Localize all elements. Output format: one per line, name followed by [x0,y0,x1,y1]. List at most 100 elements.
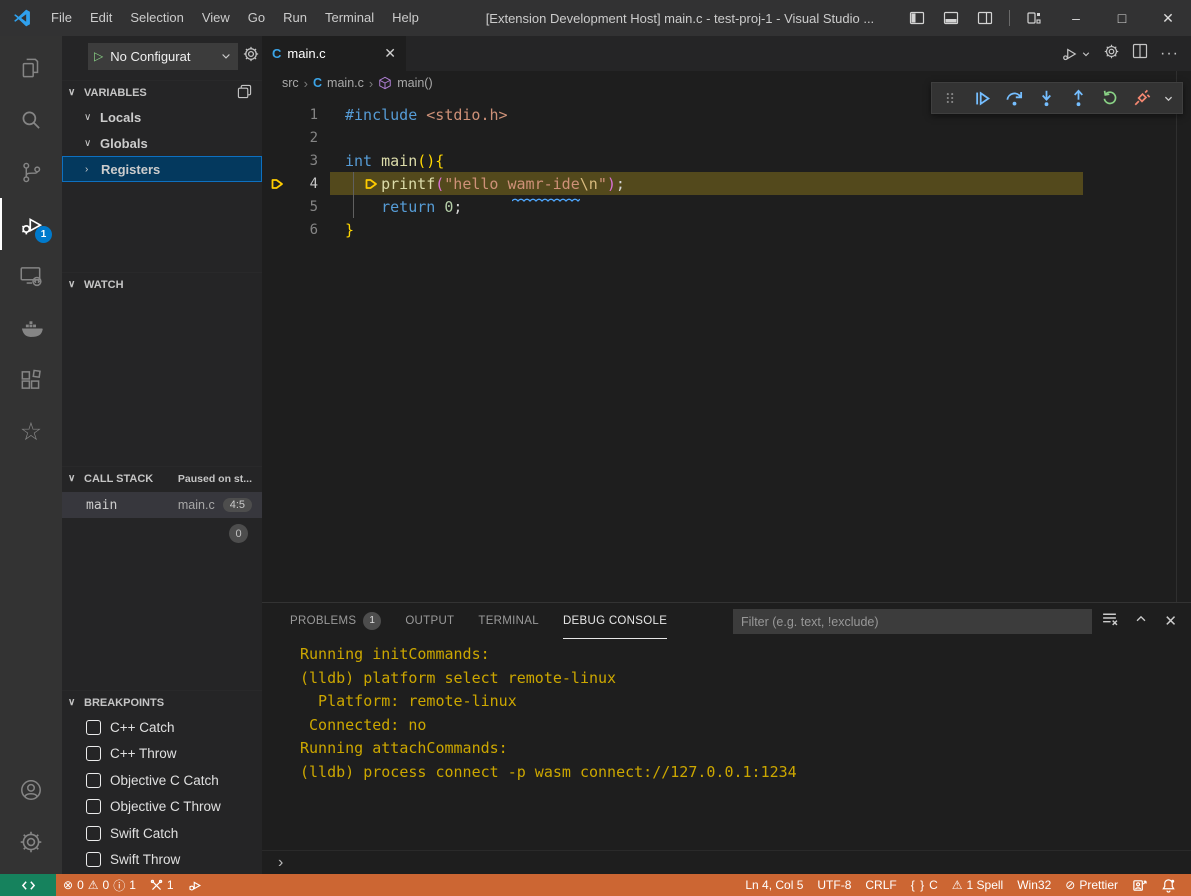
step-out-button[interactable] [1064,84,1092,112]
notifications-button[interactable] [1154,874,1183,896]
variables-section-header[interactable]: ∨ VARIABLES [62,80,262,104]
toggle-secondary-sidebar-icon[interactable] [970,4,1000,32]
feedback-button[interactable] [1125,874,1154,896]
debug-configuration-dropdown[interactable]: ▷ No Configurat [88,43,238,70]
tools-status[interactable]: 1 [143,874,181,896]
close-button[interactable]: ✕ [1145,0,1191,36]
glyph-margin[interactable] [262,149,292,172]
code-line-6[interactable]: 6} [262,218,1191,241]
breadcrumb-file[interactable]: main.c [327,76,364,90]
code-line-content[interactable]: return 0; [345,198,462,216]
line-number[interactable]: 6 [292,222,318,238]
line-number[interactable]: 4 [292,176,318,192]
menu-run[interactable]: Run [274,0,316,36]
breadcrumb-symbol[interactable]: main() [397,76,432,90]
code-line-content[interactable]: printf("hello wamr-ide\n"); [345,175,625,193]
code-line-2[interactable]: 2 [262,126,1191,149]
split-editor-button[interactable] [1132,43,1148,64]
disconnect-button[interactable] [1128,84,1156,112]
menu-terminal[interactable]: Terminal [316,0,383,36]
step-over-button[interactable] [1000,84,1028,112]
run-or-debug-button[interactable] [1061,45,1091,63]
overview-ruler[interactable] [1176,71,1177,602]
breakpoint-row[interactable]: C++ Throw [62,741,262,767]
glyph-margin[interactable] [262,218,292,241]
line-number[interactable]: 2 [292,130,318,146]
panel-tab-terminal[interactable]: TERMINAL [478,603,539,639]
maximize-panel-button[interactable] [1134,612,1148,631]
sidebar-item-remote-explorer[interactable] [0,250,62,302]
sidebar-item-star[interactable]: ☆ [0,406,62,458]
line-number[interactable]: 3 [292,153,318,169]
continue-button[interactable] [968,84,996,112]
toolbar-drag-handle[interactable] [936,84,964,112]
eol-indicator[interactable]: CRLF [858,874,903,896]
sidebar-item-run-and-debug[interactable]: 1 [0,198,62,250]
code-line-content[interactable]: } [345,221,354,239]
call-stack-frame[interactable]: main main.c 4:5 [62,492,262,518]
menu-go[interactable]: Go [239,0,274,36]
code-line-content[interactable]: #include <stdio.h> [345,106,508,124]
breakpoint-checkbox[interactable] [86,746,101,761]
cursor-position[interactable]: Ln 4, Col 5 [738,874,810,896]
settings-gear-button[interactable] [1103,43,1120,65]
breakpoint-checkbox[interactable] [86,826,101,841]
breakpoint-row[interactable]: Swift Throw [62,847,262,873]
start-debug-icon[interactable]: ▷ [94,49,103,63]
menu-selection[interactable]: Selection [121,0,192,36]
breakpoint-checkbox[interactable] [86,852,101,867]
encoding-indicator[interactable]: UTF-8 [810,874,858,896]
menu-help[interactable]: Help [383,0,428,36]
formatter-status[interactable]: ⊘ Prettier [1058,874,1125,896]
collapse-all-icon[interactable] [237,84,252,102]
sidebar-item-search[interactable] [0,94,62,146]
watch-section-header[interactable]: ∨ WATCH [62,272,262,296]
toggle-panel-icon[interactable] [936,4,966,32]
minimize-button[interactable]: – [1053,0,1099,36]
panel-tab-debug-console[interactable]: DEBUG CONSOLE [563,603,667,639]
variables-item-registers[interactable]: ›Registers [62,156,262,182]
variables-item-locals[interactable]: ∨Locals [62,104,262,130]
spell-checker-status[interactable]: ⚠ 1 Spell [945,874,1010,896]
restart-button[interactable] [1096,84,1124,112]
sidebar-item-explorer[interactable] [0,42,62,94]
sidebar-item-extensions[interactable] [0,354,62,406]
problems-status[interactable]: ⊗0 ⚠0 ⓘ1 [56,874,143,896]
debug-status[interactable] [181,874,210,896]
more-actions-button[interactable]: ··· [1160,45,1179,63]
step-into-button[interactable] [1032,84,1060,112]
glyph-margin[interactable] [262,126,292,149]
breadcrumb-src[interactable]: src [282,76,299,90]
open-launch-config-button[interactable] [242,45,260,66]
console-filter-input[interactable] [733,609,1092,634]
glyph-margin[interactable] [262,103,292,126]
manage-button[interactable] [0,816,62,868]
code-line-5[interactable]: 5 return 0; [262,195,1191,218]
glyph-margin[interactable] [262,195,292,218]
language-mode[interactable]: { } C [904,874,945,896]
panel-tab-problems[interactable]: PROBLEMS1 [290,603,381,639]
close-tab-icon[interactable]: ✕ [384,45,396,62]
breakpoint-row[interactable]: Swift Catch [62,820,262,846]
breakpoint-checkbox[interactable] [86,799,101,814]
menu-file[interactable]: File [42,0,81,36]
line-number[interactable]: 5 [292,199,318,215]
code-line-4[interactable]: 4 printf("hello wamr-ide\n"); [262,172,1191,195]
remote-indicator[interactable] [0,874,56,896]
accounts-button[interactable] [0,764,62,816]
debug-console-input[interactable]: › [262,850,1191,874]
breakpoint-row[interactable]: Objective C Throw [62,794,262,820]
tab-main-c[interactable]: C main.c ✕ [262,36,406,71]
debug-toolbar-more[interactable] [1160,84,1176,112]
clear-console-button[interactable] [1101,610,1118,632]
panel-tab-output[interactable]: OUTPUT [405,603,454,639]
code-editor[interactable]: 1#include <stdio.h>23int main(){4 printf… [262,95,1191,241]
variables-item-globals[interactable]: ∨Globals [62,130,262,156]
call-stack-section-header[interactable]: ∨ CALL STACK Paused on st... [62,466,262,490]
menu-view[interactable]: View [193,0,239,36]
close-panel-button[interactable]: ✕ [1164,612,1177,630]
customize-layout-icon[interactable] [1019,4,1049,32]
breakpoints-section-header[interactable]: ∨ BREAKPOINTS [62,690,262,714]
sidebar-item-source-control[interactable] [0,146,62,198]
os-indicator[interactable]: Win32 [1010,874,1058,896]
